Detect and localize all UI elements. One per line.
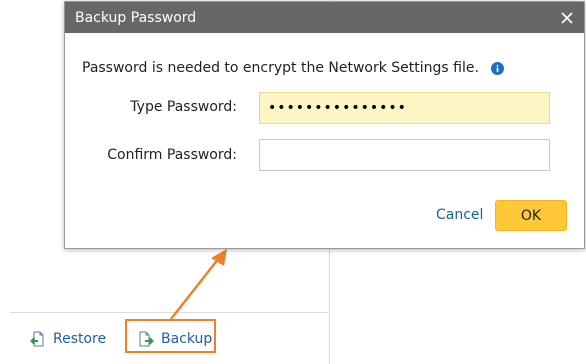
- type-password-field[interactable]: [259, 92, 550, 124]
- close-button[interactable]: [558, 9, 576, 27]
- dialog-message: Password is needed to encrypt the Networ…: [82, 60, 504, 76]
- info-icon[interactable]: [490, 61, 504, 75]
- divider: [10, 312, 328, 313]
- confirm-password-label: Confirm Password:: [107, 147, 237, 163]
- confirm-password-field[interactable]: [259, 139, 550, 171]
- close-icon: [561, 11, 573, 24]
- ok-button[interactable]: OK: [495, 200, 567, 231]
- backup-label: Backup: [161, 331, 213, 347]
- restore-label: Restore: [53, 331, 107, 347]
- dialog-message-text: Password is needed to encrypt the Networ…: [82, 60, 479, 76]
- ok-label: OK: [520, 207, 542, 224]
- dialog-titlebar: Backup Password: [65, 2, 584, 33]
- restore-icon: [30, 331, 46, 347]
- backup-button[interactable]: Backup: [138, 328, 212, 350]
- dialog-title: Backup Password: [75, 9, 197, 26]
- restore-button[interactable]: Restore: [30, 328, 106, 350]
- type-password-label: Type Password:: [130, 99, 237, 115]
- backup-password-dialog: Backup Password Password is needed to en…: [64, 1, 585, 249]
- backup-icon: [138, 331, 154, 347]
- cancel-button[interactable]: Cancel: [436, 207, 483, 223]
